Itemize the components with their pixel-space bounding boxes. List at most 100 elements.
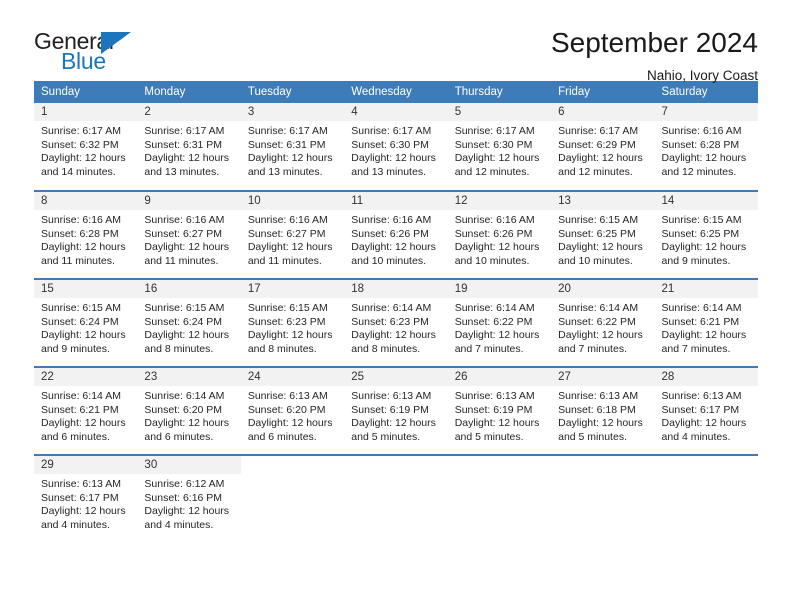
location-subtitle: Nahio, Ivory Coast: [646, 67, 758, 83]
sunrise-text: Sunrise: 6:13 AM: [454, 390, 535, 402]
calendar-day-cell[interactable]: 7 Sunrise: 6:16 AM Sunset: 6:28 PM Daylight…: [654, 103, 758, 191]
day-details: Sunrise: 6:14 AM Sunset: 6:21 PM Daylight:…: [34, 386, 137, 444]
day-number: 9: [137, 192, 241, 210]
day-details: Sunrise: 6:16 AM Sunset: 6:28 PM Daylight:…: [34, 210, 137, 268]
calendar-day-cell[interactable]: 14 Sunrise: 6:15 AM Sunset: 6:25 PM Dayligh…: [654, 190, 758, 279]
daylight-text-line2: and 9 minutes.: [41, 342, 110, 355]
day-details: Sunrise: 6:13 AM Sunset: 6:20 PM Daylight:…: [241, 386, 344, 444]
calendar-empty-cell: [344, 454, 448, 543]
sunset-text: Sunset: 6:31 PM: [247, 138, 326, 151]
day-details: Sunrise: 6:15 AM Sunset: 6:24 PM Daylight:…: [137, 298, 240, 356]
day-number: 7: [654, 103, 758, 121]
day-number: 5: [447, 103, 552, 121]
daylight-text-line2: and 4 minutes.: [41, 518, 110, 531]
day-number: 25: [344, 368, 448, 386]
sunrise-text: Sunrise: 6:15 AM: [41, 302, 121, 314]
calendar-day-cell[interactable]: 19 Sunrise: 6:14 AM Sunset: 6:22 PM Dayligh…: [447, 278, 552, 367]
calendar-day-cell[interactable]: 20 Sunrise: 6:14 AM Sunset: 6:22 PM Dayligh…: [551, 278, 655, 367]
daylight-text-line1: Daylight: 12 hours: [247, 329, 333, 342]
daylight-text-line1: Daylight: 12 hours: [144, 505, 230, 518]
sunrise-sunset-calendar: Sunday Monday Tuesday Wednesday Thursday…: [34, 81, 758, 543]
calendar-day-cell[interactable]: 29 Sunrise: 6:13 AM Sunset: 6:17 PM Dayligh…: [34, 454, 138, 543]
sunrise-text: Sunrise: 6:14 AM: [661, 302, 742, 314]
page-title: September 2024: [550, 27, 758, 58]
calendar-day-cell[interactable]: 15 Sunrise: 6:15 AM Sunset: 6:24 PM Dayligh…: [34, 278, 138, 367]
day-number: 23: [137, 368, 241, 386]
daylight-text-line2: and 10 minutes.: [558, 254, 633, 267]
calendar-day-cell[interactable]: 11 Sunrise: 6:16 AM Sunset: 6:26 PM Dayligh…: [344, 190, 448, 279]
calendar-day-cell[interactable]: 27 Sunrise: 6:13 AM Sunset: 6:18 PM Dayligh…: [551, 366, 655, 455]
day-details: Sunrise: 6:14 AM Sunset: 6:22 PM Daylight:…: [448, 298, 551, 356]
sunset-text: Sunset: 6:30 PM: [351, 138, 429, 151]
calendar-day-cell[interactable]: 10 Sunrise: 6:16 AM Sunset: 6:27 PM Dayligh…: [240, 190, 345, 279]
sunset-text: Sunset: 6:23 PM: [247, 315, 326, 328]
calendar-day-cell[interactable]: 4 Sunrise: 6:17 AM Sunset: 6:30 PM Daylight…: [344, 103, 448, 191]
day-details: Sunrise: 6:15 AM Sunset: 6:23 PM Daylight:…: [241, 298, 344, 356]
calendar-day-cell[interactable]: 21 Sunrise: 6:14 AM Sunset: 6:21 PM Dayligh…: [654, 278, 758, 367]
calendar-day-cell[interactable]: 13 Sunrise: 6:15 AM Sunset: 6:25 PM Dayligh…: [551, 190, 655, 279]
calendar-day-cell[interactable]: 5 Sunrise: 6:17 AM Sunset: 6:30 PM Daylight…: [447, 103, 552, 191]
sunrise-text: Sunrise: 6:13 AM: [247, 390, 328, 402]
calendar-day-cell[interactable]: 18 Sunrise: 6:14 AM Sunset: 6:23 PM Dayligh…: [344, 278, 448, 367]
calendar-day-cell[interactable]: 1 Sunrise: 6:17 AM Sunset: 6:32 PM Daylight…: [34, 103, 138, 191]
sunrise-text: Sunrise: 6:14 AM: [454, 302, 535, 314]
daylight-text-line2: and 7 minutes.: [661, 342, 731, 355]
sunrise-text: Sunrise: 6:15 AM: [558, 214, 639, 226]
weekday-header-thursday: Thursday: [447, 81, 552, 103]
sunset-text: Sunset: 6:17 PM: [661, 403, 740, 416]
day-number: 29: [34, 456, 138, 474]
sunset-text: Sunset: 6:20 PM: [247, 403, 326, 416]
sunrise-text: Sunrise: 6:14 AM: [41, 390, 121, 402]
daylight-text-line1: Daylight: 12 hours: [144, 152, 230, 165]
day-details: Sunrise: 6:16 AM Sunset: 6:27 PM Daylight:…: [241, 210, 344, 268]
day-number: 18: [344, 280, 448, 298]
daylight-text-line2: and 7 minutes.: [454, 342, 524, 355]
calendar-day-cell[interactable]: 24 Sunrise: 6:13 AM Sunset: 6:20 PM Dayligh…: [240, 366, 345, 455]
day-details: Sunrise: 6:14 AM Sunset: 6:23 PM Daylight:…: [344, 298, 447, 356]
sunset-text: Sunset: 6:24 PM: [144, 315, 223, 328]
sunset-text: Sunset: 6:23 PM: [351, 315, 429, 328]
sunset-text: Sunset: 6:25 PM: [661, 227, 740, 240]
calendar-day-cell[interactable]: 16 Sunrise: 6:15 AM Sunset: 6:24 PM Dayligh…: [137, 278, 241, 367]
calendar-day-cell[interactable]: 30 Sunrise: 6:12 AM Sunset: 6:16 PM Dayligh…: [137, 454, 241, 543]
daylight-text-line2: and 13 minutes.: [247, 165, 323, 178]
calendar-day-cell[interactable]: 28 Sunrise: 6:13 AM Sunset: 6:17 PM Dayligh…: [654, 366, 758, 455]
day-number: 1: [34, 103, 138, 121]
calendar-week-row: 22 Sunrise: 6:14 AM Sunset: 6:21 PM Dayligh…: [34, 366, 758, 455]
calendar-day-cell[interactable]: 12 Sunrise: 6:16 AM Sunset: 6:26 PM Dayligh…: [447, 190, 552, 279]
calendar-day-cell[interactable]: 25 Sunrise: 6:13 AM Sunset: 6:19 PM Dayligh…: [344, 366, 448, 455]
daylight-text-line2: and 9 minutes.: [661, 254, 731, 267]
general-blue-logo[interactable]: General Blue: [34, 28, 152, 76]
daylight-text-line1: Daylight: 12 hours: [351, 152, 436, 165]
sunset-text: Sunset: 6:29 PM: [558, 138, 636, 151]
day-number: 16: [137, 280, 241, 298]
calendar-day-cell[interactable]: 26 Sunrise: 6:13 AM Sunset: 6:19 PM Dayligh…: [447, 366, 552, 455]
calendar-day-cell[interactable]: 3 Sunrise: 6:17 AM Sunset: 6:31 PM Daylight…: [240, 103, 345, 191]
sunrise-text: Sunrise: 6:15 AM: [144, 302, 225, 314]
calendar-day-cell[interactable]: 23 Sunrise: 6:14 AM Sunset: 6:20 PM Dayligh…: [137, 366, 241, 455]
sunset-text: Sunset: 6:32 PM: [41, 138, 119, 151]
day-details: Sunrise: 6:14 AM Sunset: 6:21 PM Daylight:…: [655, 298, 758, 356]
daylight-text-line2: and 4 minutes.: [661, 430, 731, 443]
day-number: 27: [551, 368, 655, 386]
title-block: September 2024 Nahio, Ivory Coast: [550, 27, 758, 84]
daylight-text-line1: Daylight: 12 hours: [454, 417, 540, 430]
sunrise-text: Sunrise: 6:16 AM: [247, 214, 328, 226]
day-details: Sunrise: 6:17 AM Sunset: 6:29 PM Daylight:…: [551, 121, 654, 179]
calendar-day-cell[interactable]: 9 Sunrise: 6:16 AM Sunset: 6:27 PM Daylight…: [137, 190, 241, 279]
daylight-text-line2: and 10 minutes.: [454, 254, 530, 267]
page-header: General Blue September 2024 Nahio, Ivory…: [34, 0, 758, 82]
weekday-header-saturday: Saturday: [654, 81, 758, 103]
daylight-text-line2: and 11 minutes.: [41, 254, 115, 267]
day-details: Sunrise: 6:13 AM Sunset: 6:19 PM Daylight:…: [448, 386, 551, 444]
sunset-text: Sunset: 6:26 PM: [351, 227, 429, 240]
day-details: Sunrise: 6:16 AM Sunset: 6:27 PM Daylight:…: [137, 210, 240, 268]
sunrise-text: Sunrise: 6:15 AM: [247, 302, 328, 314]
daylight-text-line1: Daylight: 12 hours: [144, 417, 230, 430]
calendar-day-cell[interactable]: 2 Sunrise: 6:17 AM Sunset: 6:31 PM Daylight…: [137, 103, 241, 191]
calendar-day-cell[interactable]: 6 Sunrise: 6:17 AM Sunset: 6:29 PM Daylight…: [551, 103, 655, 191]
calendar-day-cell[interactable]: 22 Sunrise: 6:14 AM Sunset: 6:21 PM Dayligh…: [34, 366, 138, 455]
daylight-text-line2: and 4 minutes.: [144, 518, 214, 531]
calendar-day-cell[interactable]: 8 Sunrise: 6:16 AM Sunset: 6:28 PM Daylight…: [34, 190, 138, 279]
calendar-day-cell[interactable]: 17 Sunrise: 6:15 AM Sunset: 6:23 PM Dayligh…: [240, 278, 345, 367]
